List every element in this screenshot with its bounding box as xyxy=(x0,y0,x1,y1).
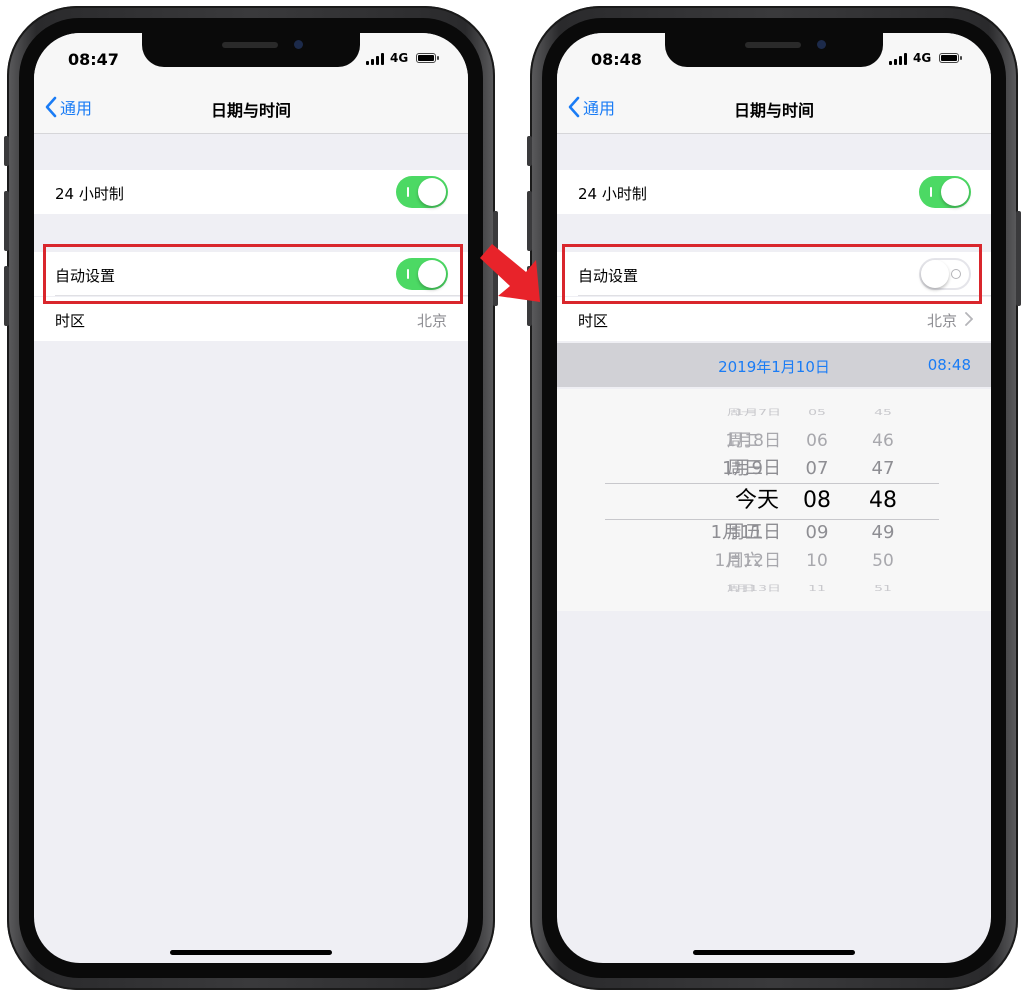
picker-minute: 49 xyxy=(871,522,895,543)
volume-down-button xyxy=(4,266,9,326)
status-time: 08:48 xyxy=(591,50,642,69)
row-timezone-value: 北京 xyxy=(926,312,957,330)
picker-selection-top-line xyxy=(605,483,939,484)
picker-minute: 48 xyxy=(869,488,897,513)
picker-weekday: 周三 xyxy=(727,458,763,479)
row-24-hour-label: 24 小时制 xyxy=(578,185,647,203)
picker-hour: 07 xyxy=(805,458,829,479)
cellular-signal-icon xyxy=(889,53,909,65)
picker-minute: 46 xyxy=(872,431,894,451)
notch xyxy=(665,33,883,67)
picker-hour: 08 xyxy=(803,488,831,513)
mute-switch xyxy=(4,136,9,166)
picker-hour: 10 xyxy=(806,551,828,571)
selected-date[interactable]: 2019年1月10日 xyxy=(557,356,991,377)
picker-weekday: 周六 xyxy=(727,551,761,571)
date-time-bar: 2019年1月10日 08:48 xyxy=(557,343,991,387)
row-24-hour-label: 24 小时制 xyxy=(55,185,124,203)
row-24-hour: 24 小时制 xyxy=(557,170,991,214)
picker-weekday: 周日 xyxy=(727,584,755,594)
picker-row[interactable]: 1月12日 周六 10 50 xyxy=(557,547,991,575)
chevron-right-icon xyxy=(965,312,973,326)
front-camera xyxy=(294,40,303,49)
screen-right: 08:48 4G 通用 日期与时间 24 小时制 自动设置 时区 北京 2019… xyxy=(557,33,991,963)
screen-left: 08:47 4G 通用 日期与时间 24 小时制 自动设置 时区 北京 xyxy=(34,33,468,963)
page-title: 日期与时间 xyxy=(733,101,814,120)
phone-right: 08:48 4G 通用 日期与时间 24 小时制 自动设置 时区 北京 2019… xyxy=(527,6,1021,990)
picker-row[interactable]: 1月8日 周二 06 46 xyxy=(557,427,991,455)
speaker xyxy=(222,42,278,48)
picker-minute: 47 xyxy=(871,458,895,479)
volume-up-button xyxy=(4,191,9,251)
highlight-box xyxy=(43,244,463,304)
cellular-signal-icon xyxy=(366,53,386,65)
network-type: 4G xyxy=(390,51,409,65)
row-24-hour: 24 小时制 xyxy=(34,170,468,214)
navigation-bar: 通用 日期与时间 xyxy=(557,83,991,134)
picker-row-selected[interactable]: 今天 08 48 xyxy=(557,487,991,515)
highlight-box xyxy=(562,244,982,304)
picker-hour: 06 xyxy=(806,431,828,451)
mute-switch xyxy=(527,136,532,166)
selected-time[interactable]: 08:48 xyxy=(928,356,971,374)
picker-minute: 51 xyxy=(874,584,892,594)
picker-row[interactable]: 1月13日 周日 11 51 xyxy=(557,581,991,596)
row-timezone-label: 时区 xyxy=(55,312,86,330)
picker-row[interactable]: 1月11日 周五 09 49 xyxy=(557,519,991,547)
picker-weekday: 周一 xyxy=(727,408,755,418)
status-time: 08:47 xyxy=(68,50,119,69)
home-indicator[interactable] xyxy=(170,950,332,955)
notch xyxy=(142,33,360,67)
battery-icon xyxy=(939,53,962,63)
picker-minute: 45 xyxy=(874,408,892,418)
network-type: 4G xyxy=(913,51,932,65)
picker-hour: 09 xyxy=(805,522,829,543)
power-button xyxy=(1016,211,1021,306)
transition-arrow-icon xyxy=(480,244,540,302)
row-timezone-label: 时区 xyxy=(578,312,609,330)
picker-weekday: 周五 xyxy=(727,522,763,543)
picker-hour: 05 xyxy=(808,408,826,418)
speaker xyxy=(745,42,801,48)
date-time-picker[interactable]: 1月7日 周一 05 45 1月8日 周二 06 46 1月9日 周三 07 47 今天 08 48 1月11… xyxy=(557,389,991,611)
phone-left: 08:47 4G 通用 日期与时间 24 小时制 自动设置 时区 北京 xyxy=(4,6,498,990)
picker-row[interactable]: 1月7日 周一 05 45 xyxy=(557,405,991,420)
picker-date: 今天 xyxy=(734,488,779,513)
toggle-24-hour[interactable] xyxy=(396,176,448,208)
home-indicator[interactable] xyxy=(693,950,855,955)
picker-minute: 50 xyxy=(872,551,894,571)
picker-weekday: 周二 xyxy=(727,431,761,451)
toggle-24-hour[interactable] xyxy=(919,176,971,208)
navigation-bar: 通用 日期与时间 xyxy=(34,83,468,134)
picker-row[interactable]: 1月9日 周三 07 47 xyxy=(557,455,991,483)
row-timezone-value: 北京 xyxy=(416,312,447,330)
front-camera xyxy=(817,40,826,49)
picker-hour: 11 xyxy=(808,584,826,594)
page-title: 日期与时间 xyxy=(210,101,291,120)
battery-icon xyxy=(416,53,439,63)
